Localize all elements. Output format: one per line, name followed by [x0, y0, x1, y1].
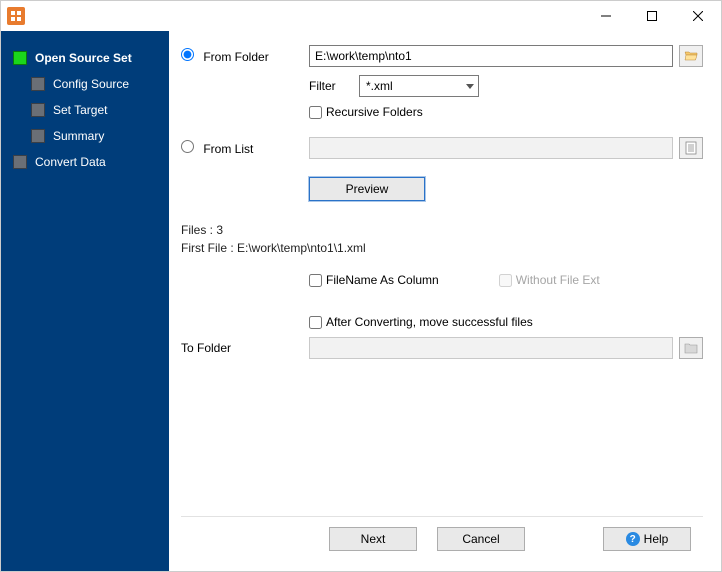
- to-folder-label: To Folder: [181, 341, 231, 355]
- files-count: Files : 3: [181, 223, 703, 237]
- chevron-down-icon: [466, 84, 474, 89]
- folder-icon: [684, 341, 698, 355]
- nav-open-source-set[interactable]: Open Source Set: [1, 45, 169, 71]
- from-list-radio-label[interactable]: From List: [181, 140, 253, 156]
- next-button[interactable]: Next: [329, 527, 417, 551]
- nav-label: Summary: [53, 129, 104, 143]
- step-icon: [31, 77, 45, 91]
- after-converting-label: After Converting, move successful files: [326, 315, 533, 329]
- recursive-label: Recursive Folders: [326, 105, 423, 119]
- step-active-icon: [13, 51, 27, 65]
- from-list-radio[interactable]: [181, 140, 194, 153]
- after-converting-checkbox-label[interactable]: After Converting, move successful files: [309, 315, 533, 329]
- cancel-button-label: Cancel: [462, 532, 499, 546]
- from-list-row: From List: [181, 137, 703, 159]
- recursive-row: Recursive Folders: [181, 105, 703, 119]
- step-icon: [13, 155, 27, 169]
- browse-list-button[interactable]: [679, 137, 703, 159]
- nav-set-target[interactable]: Set Target: [1, 97, 169, 123]
- footer: Next Cancel ? Help: [181, 516, 703, 561]
- folder-open-icon: [684, 49, 698, 63]
- to-folder-row: To Folder: [181, 337, 703, 359]
- step-icon: [31, 103, 45, 117]
- first-file: First File : E:\work\temp\nto1\1.xml: [181, 241, 703, 255]
- after-converting-checkbox[interactable]: [309, 316, 322, 329]
- filter-row: Filter *.xml: [181, 75, 703, 97]
- cancel-button[interactable]: Cancel: [437, 527, 525, 551]
- after-converting-row: After Converting, move successful files: [181, 315, 703, 329]
- preview-button[interactable]: Preview: [309, 177, 425, 201]
- filename-column-row: FileName As Column Without File Ext: [181, 273, 703, 287]
- filter-combo[interactable]: *.xml: [359, 75, 479, 97]
- from-folder-radio[interactable]: [181, 48, 194, 61]
- from-folder-row: From Folder: [181, 45, 703, 67]
- nav-config-source[interactable]: Config Source: [1, 71, 169, 97]
- help-button[interactable]: ? Help: [603, 527, 691, 551]
- from-list-label: From List: [203, 142, 253, 156]
- close-button[interactable]: [675, 1, 721, 31]
- nav-label: Convert Data: [35, 155, 106, 169]
- recursive-checkbox-label[interactable]: Recursive Folders: [309, 105, 423, 119]
- nav-convert-data[interactable]: Convert Data: [1, 149, 169, 175]
- titlebar: [1, 1, 721, 31]
- browse-to-folder-button[interactable]: [679, 337, 703, 359]
- help-icon: ?: [626, 532, 640, 546]
- help-button-label: Help: [644, 532, 669, 546]
- maximize-button[interactable]: [629, 1, 675, 31]
- from-folder-label: From Folder: [203, 50, 268, 64]
- preview-row: Preview: [181, 177, 703, 201]
- filter-label: Filter: [309, 79, 353, 93]
- filename-as-column-checkbox[interactable]: [309, 274, 322, 287]
- browse-folder-button[interactable]: [679, 45, 703, 67]
- next-button-label: Next: [361, 532, 386, 546]
- to-folder-input: [309, 337, 673, 359]
- nav-summary[interactable]: Summary: [1, 123, 169, 149]
- wizard-window: Open Source Set Config Source Set Target…: [0, 0, 722, 572]
- step-icon: [31, 129, 45, 143]
- without-file-ext-label: Without File Ext: [516, 273, 600, 287]
- window-controls: [583, 1, 721, 31]
- nav-label: Config Source: [53, 77, 129, 91]
- filename-as-column-label: FileName As Column: [326, 273, 439, 287]
- from-folder-input[interactable]: [309, 45, 673, 67]
- from-list-input: [309, 137, 673, 159]
- preview-button-label: Preview: [346, 182, 389, 196]
- from-folder-radio-label[interactable]: From Folder: [181, 48, 269, 64]
- without-file-ext-checkbox-label: Without File Ext: [499, 273, 600, 287]
- body: Open Source Set Config Source Set Target…: [1, 31, 721, 571]
- app-icon: [7, 7, 25, 25]
- minimize-button[interactable]: [583, 1, 629, 31]
- list-file-icon: [684, 141, 698, 155]
- form-area: From Folder Filter *: [181, 45, 703, 516]
- filter-value: *.xml: [366, 79, 393, 93]
- without-file-ext-checkbox: [499, 274, 512, 287]
- filename-as-column-checkbox-label[interactable]: FileName As Column: [309, 273, 439, 287]
- nav-label: Open Source Set: [35, 51, 132, 65]
- sidebar: Open Source Set Config Source Set Target…: [1, 31, 169, 571]
- nav-label: Set Target: [53, 103, 107, 117]
- content-panel: From Folder Filter *: [169, 31, 721, 571]
- recursive-checkbox[interactable]: [309, 106, 322, 119]
